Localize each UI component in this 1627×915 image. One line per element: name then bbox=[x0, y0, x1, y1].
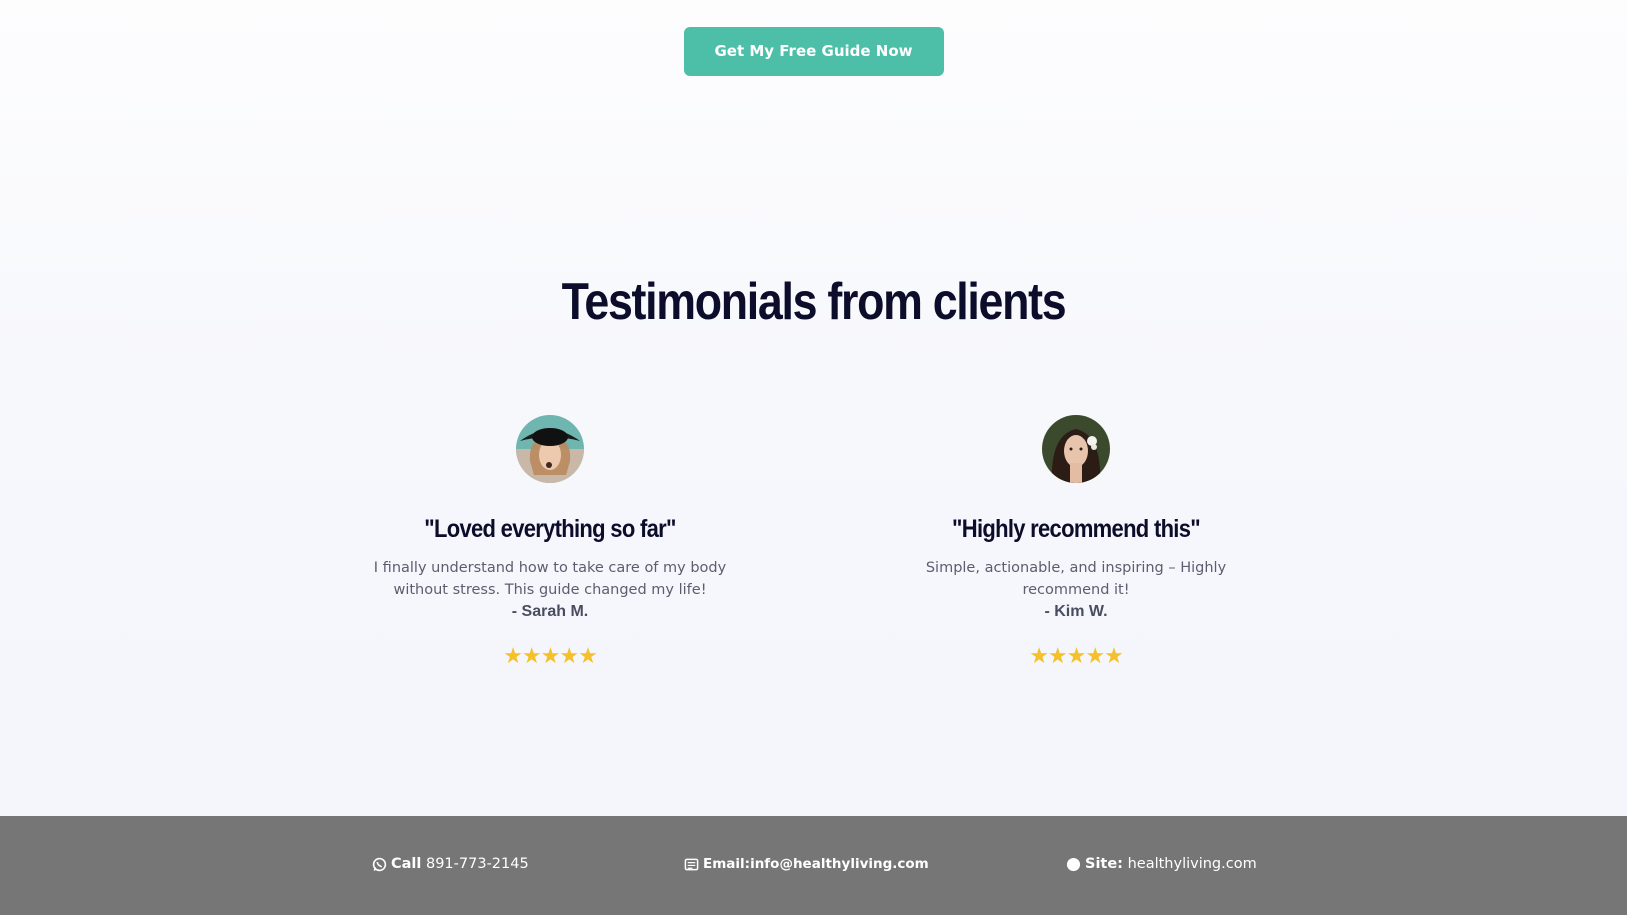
envelope-icon bbox=[684, 857, 699, 872]
testimonial-title: "Highly recommend this" bbox=[952, 515, 1201, 543]
star-rating: ★★★★★ bbox=[1029, 644, 1124, 669]
phone-number: 891-773-2145 bbox=[425, 856, 529, 872]
testimonial-text: Simple, actionable, and inspiring – High… bbox=[925, 560, 1227, 598]
whatsapp-icon bbox=[372, 857, 387, 872]
avatar bbox=[1042, 415, 1110, 483]
testimonial-card: "Highly recommend this" Simple, actionab… bbox=[886, 415, 1266, 669]
testimonials-heading: Testimonials from clients bbox=[561, 273, 1067, 331]
site-label: Site: bbox=[1085, 856, 1123, 872]
footer-call[interactable]: Call 891-773-2145 bbox=[372, 856, 529, 872]
testimonial-card: "Loved everything so far" I finally unde… bbox=[360, 415, 740, 669]
footer-site[interactable]: Site: healthyliving.com bbox=[1066, 856, 1257, 872]
footer-email[interactable]: Email: info@healthyliving.com bbox=[684, 856, 929, 872]
testimonial-author: - Kim W. bbox=[1044, 603, 1108, 620]
get-free-guide-button[interactable]: Get My Free Guide Now bbox=[683, 27, 944, 76]
footer: Call 891-773-2145 Email: info@healthylivi… bbox=[0, 816, 1627, 915]
email-label: Email: bbox=[703, 856, 751, 872]
avatar bbox=[516, 415, 584, 483]
call-label: Call bbox=[391, 856, 422, 872]
testimonial-author: - Sarah M. bbox=[511, 603, 589, 620]
testimonial-title: "Loved everything so far" bbox=[424, 515, 676, 543]
site-url: healthyliving.com bbox=[1127, 856, 1257, 872]
star-rating: ★★★★★ bbox=[503, 644, 598, 669]
cta-container: Get My Free Guide Now bbox=[0, 27, 1627, 76]
testimonial-text: I finally understand how to take care of… bbox=[373, 560, 727, 598]
globe-icon bbox=[1066, 857, 1081, 872]
email-address: info@healthyliving.com bbox=[750, 856, 929, 872]
